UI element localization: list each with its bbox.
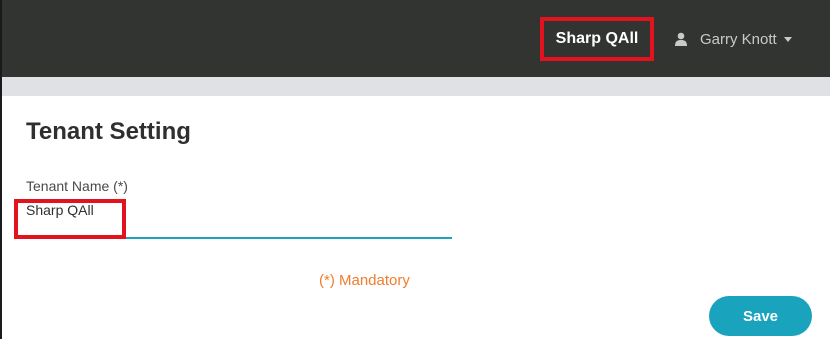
chevron-down-icon [783, 36, 792, 42]
tenant-name-label: Tenant Name (*) [26, 178, 128, 194]
current-tenant-text: Sharp QAll [555, 30, 639, 47]
app-frame: Sharp QAll Garry Knott Tenant Setting Te… [0, 0, 830, 339]
sub-header-bar [2, 77, 830, 96]
user-name: Garry Knott [700, 30, 777, 48]
tenant-name-input[interactable] [26, 199, 452, 239]
mandatory-note: (*) Mandatory [319, 272, 410, 289]
page-title: Tenant Setting [26, 118, 191, 145]
current-tenant-label: Sharp QAll [540, 17, 654, 61]
top-navbar: Sharp QAll Garry Knott [2, 0, 830, 77]
user-menu[interactable]: Garry Knott [674, 17, 792, 61]
save-button[interactable]: Save [709, 296, 812, 336]
user-icon [675, 32, 687, 46]
